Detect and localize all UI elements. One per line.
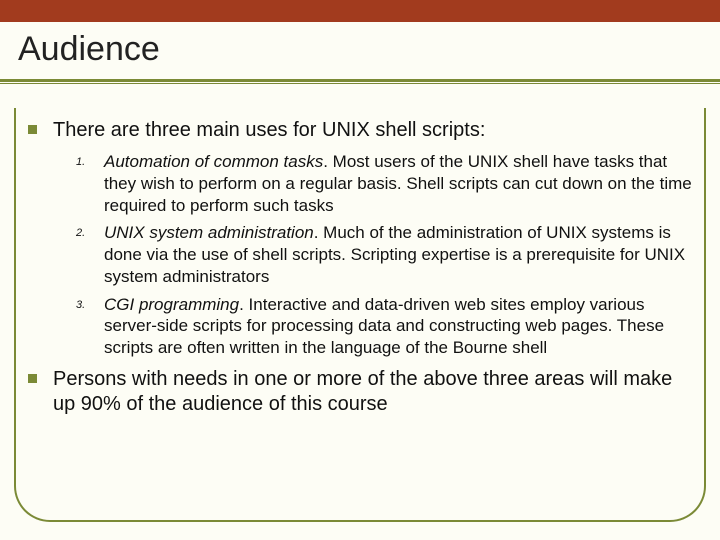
list-lead: CGI programming bbox=[104, 295, 239, 314]
list-lead: UNIX system administration bbox=[104, 223, 314, 242]
list-body: UNIX system administration. Much of the … bbox=[104, 222, 694, 287]
title-area: Audience bbox=[0, 22, 720, 79]
list-item: 3. CGI programming. Interactive and data… bbox=[76, 294, 694, 359]
slide-title: Audience bbox=[18, 30, 702, 69]
title-rule bbox=[0, 79, 720, 85]
list-lead: Automation of common tasks bbox=[104, 152, 323, 171]
list-item: 2. UNIX system administration. Much of t… bbox=[76, 222, 694, 287]
list-number: 2. bbox=[76, 222, 104, 287]
bullet-icon bbox=[28, 125, 37, 134]
bullet-text: Persons with needs in one or more of the… bbox=[53, 367, 698, 417]
bullet-text: There are three main uses for UNIX shell… bbox=[53, 118, 485, 143]
list-item: 1. Automation of common tasks. Most user… bbox=[76, 151, 694, 216]
list-number: 3. bbox=[76, 294, 104, 359]
slide-body: There are three main uses for UNIX shell… bbox=[28, 118, 698, 512]
list-number: 1. bbox=[76, 151, 104, 216]
bullet-item: There are three main uses for UNIX shell… bbox=[28, 118, 698, 143]
accent-band bbox=[0, 0, 720, 22]
list-body: CGI programming. Interactive and data-dr… bbox=[104, 294, 694, 359]
numbered-list: 1. Automation of common tasks. Most user… bbox=[76, 151, 694, 359]
list-body: Automation of common tasks. Most users o… bbox=[104, 151, 694, 216]
bullet-item: Persons with needs in one or more of the… bbox=[28, 367, 698, 417]
bullet-icon bbox=[28, 374, 37, 383]
